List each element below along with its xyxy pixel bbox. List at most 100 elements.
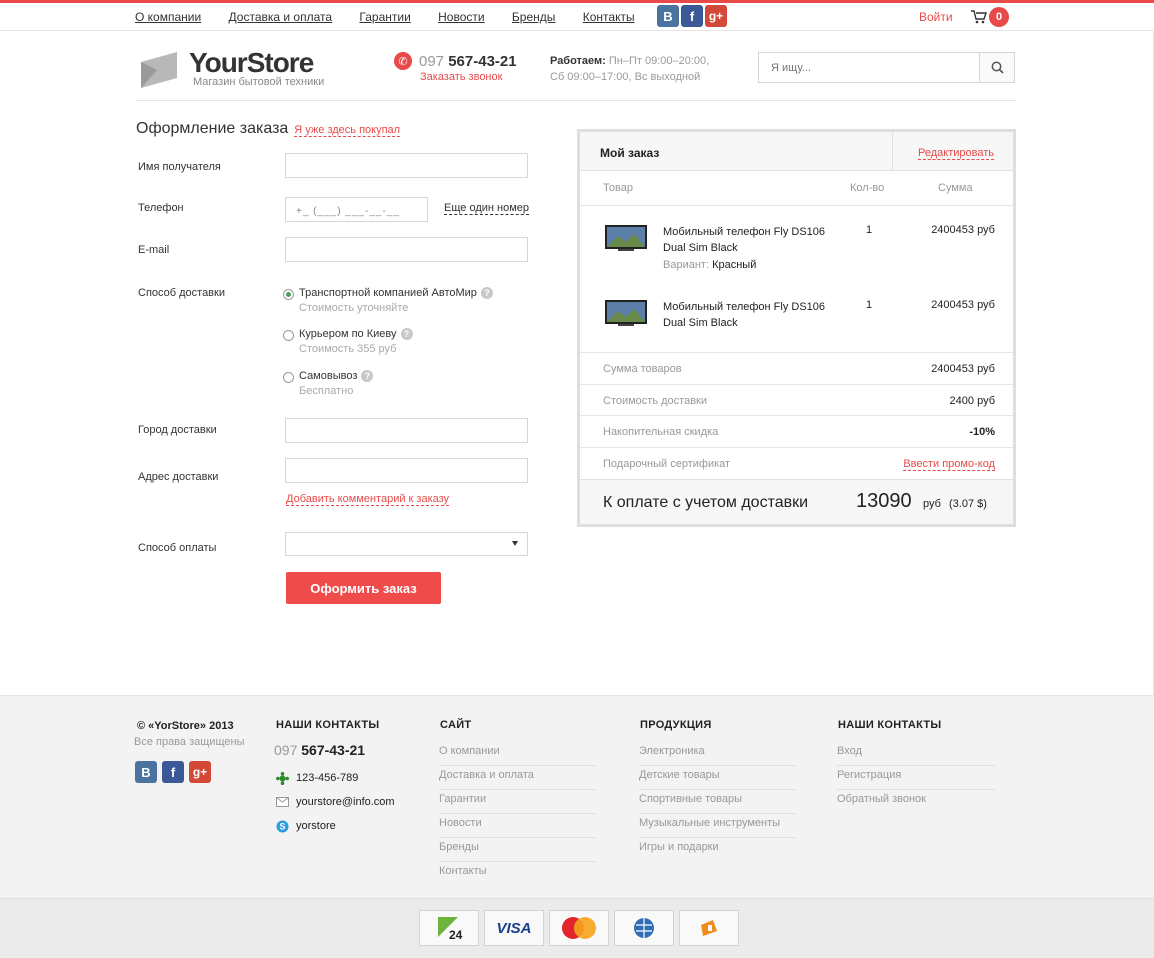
- help-icon[interactable]: ?: [400, 328, 413, 340]
- payment-label: Способ оплаты: [138, 542, 217, 554]
- vk-icon[interactable]: В: [657, 5, 679, 27]
- already-bought-link[interactable]: Я уже здесь покупал: [294, 124, 401, 137]
- delivery-option-sub: Бесплатно: [299, 385, 354, 397]
- logo-name: YourStore: [189, 47, 314, 78]
- skype-name[interactable]: yorstore: [296, 820, 336, 832]
- footer-link[interactable]: О компании: [439, 742, 597, 766]
- delivery-label: Способ доставки: [138, 287, 225, 299]
- toplink-guarantee[interactable]: Гарантии: [359, 10, 410, 24]
- footer-link[interactable]: Контакты: [439, 862, 597, 886]
- search-icon: [991, 61, 1004, 74]
- item-name[interactable]: Мобильный телефон Fly DS106 Dual Sim Bla…: [663, 299, 833, 331]
- phone-icon: ✆: [394, 52, 412, 70]
- address-label: Адрес доставки: [138, 471, 219, 483]
- vk-icon[interactable]: В: [135, 761, 157, 783]
- login-link[interactable]: Войти: [919, 10, 953, 24]
- order-header: Мой заказ Редактировать: [580, 132, 1013, 171]
- phone-number: 567-43-21: [448, 53, 517, 70]
- footer-link[interactable]: Спортивные товары: [639, 790, 797, 814]
- email-field[interactable]: [285, 237, 528, 262]
- google-plus-icon[interactable]: g+: [189, 761, 211, 783]
- total-currency: руб: [923, 498, 941, 510]
- footer-link[interactable]: Бренды: [439, 838, 597, 862]
- item-sum: 2400453 руб: [931, 224, 995, 236]
- col-sum-header: Сумма: [938, 182, 973, 194]
- mastercard-icon: [549, 910, 609, 946]
- facebook-icon[interactable]: f: [681, 5, 703, 27]
- phone-number: 567-43-21: [301, 742, 366, 758]
- toplink-news[interactable]: Новости: [438, 10, 484, 24]
- search-button[interactable]: [979, 53, 1014, 82]
- footer-link[interactable]: Гарантии: [439, 790, 597, 814]
- promo-code-link[interactable]: Ввести промо-код: [903, 458, 995, 471]
- help-icon[interactable]: ?: [480, 287, 493, 299]
- footer-icq: 123-456-789: [275, 771, 358, 785]
- delivery-option-label: Транспортной компанией АвтоМир: [299, 287, 477, 299]
- col-item-header: Товар: [603, 182, 633, 194]
- address-field[interactable]: [285, 458, 528, 483]
- radio-selected[interactable]: [283, 289, 294, 300]
- order-divider: [580, 205, 1013, 206]
- checkout-title: Оформление заказа Я уже здесь покупал: [136, 120, 401, 138]
- city-field[interactable]: [285, 418, 528, 443]
- footer-social: В f g+: [135, 761, 211, 783]
- phone-field[interactable]: +_ (___) ___-__-__: [285, 197, 428, 222]
- email-address[interactable]: yourstore@info.com: [296, 796, 395, 808]
- footer-link[interactable]: Игры и подарки: [639, 838, 797, 862]
- email-label: E-mail: [138, 244, 170, 256]
- summary-label: Сумма товаров: [603, 363, 682, 375]
- logo-subtitle: Магазин бытовой техники: [193, 76, 325, 88]
- item-qty: 1: [866, 224, 873, 236]
- phone-label: Телефон: [138, 202, 184, 214]
- variant-label: Вариант:: [663, 259, 710, 271]
- order-total: К оплате с учетом доставки 13090 руб (3.…: [580, 479, 1013, 524]
- cart-count-badge: 0: [989, 7, 1009, 27]
- footer-link[interactable]: Электроника: [639, 742, 797, 766]
- radio-unselected[interactable]: [283, 330, 294, 341]
- search-input[interactable]: [759, 53, 979, 82]
- toplink-brands[interactable]: Бренды: [512, 10, 555, 24]
- toplink-about[interactable]: О компании: [135, 10, 201, 24]
- logo-mark-icon: [141, 52, 177, 88]
- footer-link[interactable]: Музыкальные инструменты: [639, 814, 797, 838]
- toplink-contacts[interactable]: Контакты: [583, 10, 635, 24]
- summary-value: 2400 руб: [949, 395, 995, 407]
- footer-link[interactable]: Регистрация: [837, 766, 995, 790]
- facebook-icon[interactable]: f: [162, 761, 184, 783]
- variant-value: Красный: [712, 259, 757, 271]
- help-icon[interactable]: ?: [361, 370, 374, 382]
- google-plus-icon[interactable]: g+: [705, 5, 727, 27]
- cart-icon: [971, 10, 987, 24]
- tv-thumbnail-icon: [605, 225, 647, 251]
- page-title: Оформление заказа: [136, 120, 289, 137]
- callback-link[interactable]: Заказать звонок: [420, 71, 502, 83]
- footer-link[interactable]: Доставка и оплата: [439, 766, 597, 790]
- payment-select[interactable]: [285, 532, 528, 556]
- webmoney-icon: [614, 910, 674, 946]
- add-comment-link[interactable]: Добавить комментарий к заказу: [286, 493, 450, 506]
- header-separator: [892, 132, 893, 171]
- radio-unselected[interactable]: [283, 372, 294, 383]
- edit-order-link[interactable]: Редактировать: [918, 147, 994, 160]
- footer-link[interactable]: Обратный звонок: [837, 790, 995, 814]
- footer-link[interactable]: Детские товары: [639, 766, 797, 790]
- skype-icon: S: [275, 819, 289, 833]
- hours-line2: Сб 09:00–17:00, Вс выходной: [550, 71, 701, 83]
- item-name[interactable]: Мобильный телефон Fly DS106 Dual Sim Bla…: [663, 224, 833, 256]
- footer-site-title: САЙТ: [440, 719, 472, 731]
- name-field[interactable]: [285, 153, 528, 178]
- footer-products-links: Электроника Детские товары Спортивные то…: [639, 742, 797, 862]
- summary-label: Стоимость доставки: [603, 395, 707, 407]
- footer-rights: Все права защищены: [134, 736, 245, 748]
- top-navigation: О компании Доставка и оплата Гарантии Но…: [0, 3, 1154, 31]
- summary-row: Сумма товаров 2400453 руб: [580, 352, 1013, 383]
- place-order-button[interactable]: Оформить заказ: [286, 572, 441, 604]
- footer-products-title: ПРОДУКЦИЯ: [640, 719, 712, 731]
- footer-link[interactable]: Вход: [837, 742, 995, 766]
- chevron-down-icon: [512, 541, 518, 546]
- social-links: В f g+: [657, 5, 727, 27]
- footer-link[interactable]: Новости: [439, 814, 597, 838]
- another-number-link[interactable]: Еще один номер: [444, 202, 529, 215]
- cart-button[interactable]: 0: [971, 7, 1009, 27]
- toplink-delivery[interactable]: Доставка и оплата: [229, 10, 333, 24]
